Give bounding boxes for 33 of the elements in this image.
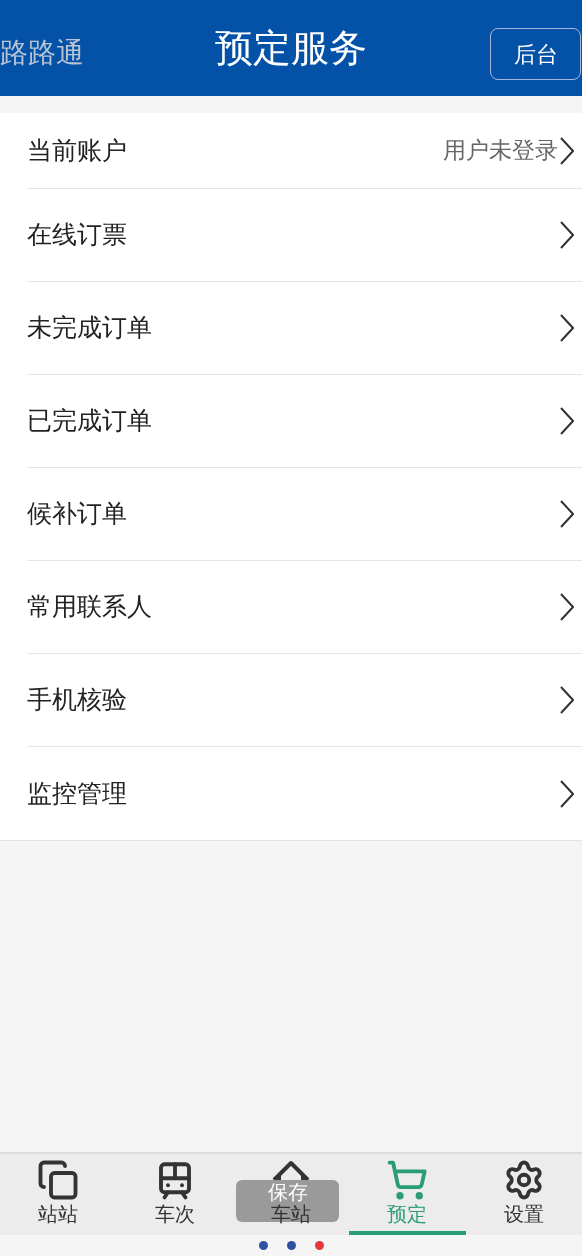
menu-row[interactable]: 未完成订单 [27,282,582,375]
cart-icon [386,1158,429,1201]
menu-label: 当前账户 [27,134,127,167]
chevron-right-icon [560,314,574,342]
menu-row[interactable]: 监控管理 [27,747,582,840]
nav-tab[interactable]: 车次 [116,1154,233,1235]
admin-button[interactable]: 后台 [490,28,581,80]
menu-label: 在线订票 [27,219,127,252]
chevron-right-icon [560,407,574,435]
menu-row[interactable]: 手机核验 [27,654,582,747]
menu-row[interactable]: 当前账户 用户未登录 [27,113,582,189]
menu-row[interactable]: 已完成订单 [27,375,582,468]
chevron-right-icon [560,221,574,249]
menu-label: 监控管理 [27,777,127,810]
menu-label: 常用联系人 [27,591,152,624]
chevron-right-icon [560,593,574,621]
login-status: 用户未登录 [443,136,558,166]
menu-label: 已完成订单 [27,405,152,438]
chevron-right-icon [560,500,574,528]
nav-tab[interactable]: 站站 [0,1154,117,1235]
chevron-right-icon [560,686,574,714]
menu-label: 未完成订单 [27,312,152,345]
stations-icon [37,1158,80,1201]
menu-row[interactable]: 常用联系人 [27,561,582,654]
menu-row[interactable]: 在线订票 [27,189,582,282]
chevron-right-icon [560,136,574,165]
menu-label: 候补订单 [27,498,127,531]
chevron-right-icon [560,779,574,808]
menu-label: 手机核验 [27,684,127,717]
menu-row[interactable]: 候补订单 [27,468,582,561]
page-title: 预定服务 [215,25,367,71]
nav-tab[interactable]: 设置 [465,1154,582,1235]
brand-title: 路路通 [0,35,84,71]
